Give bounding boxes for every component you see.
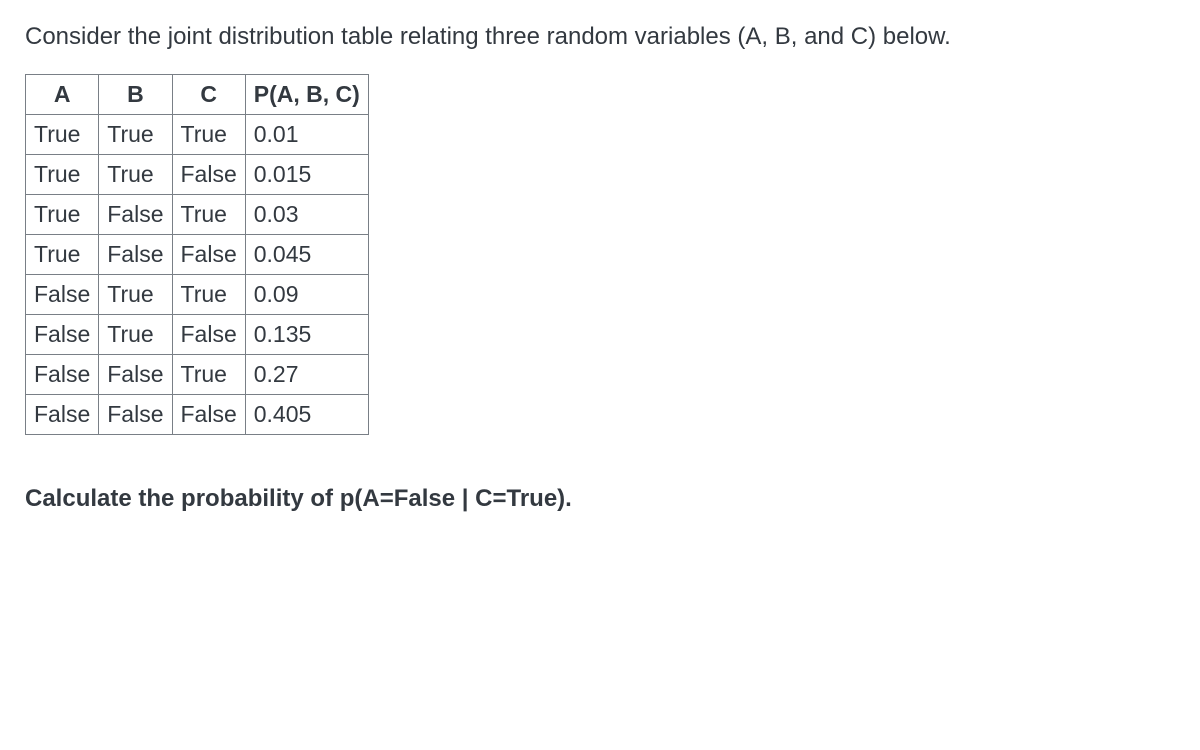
cell-a: False [26,274,99,314]
intro-text: Consider the joint distribution table re… [25,20,1175,54]
cell-p: 0.01 [245,114,368,154]
cell-b: True [99,274,172,314]
cell-a: False [26,354,99,394]
cell-c: False [172,394,245,434]
header-a: A [26,74,99,114]
cell-p: 0.405 [245,394,368,434]
table-row: False True True 0.09 [26,274,369,314]
cell-p: 0.135 [245,314,368,354]
table-row: True True False 0.015 [26,154,369,194]
cell-a: True [26,154,99,194]
cell-p: 0.27 [245,354,368,394]
cell-b: False [99,234,172,274]
cell-p: 0.03 [245,194,368,234]
cell-c: True [172,194,245,234]
cell-a: True [26,234,99,274]
question-text: Calculate the probability of p(A=False |… [25,485,1175,513]
cell-p: 0.045 [245,234,368,274]
cell-c: False [172,154,245,194]
cell-b: False [99,394,172,434]
cell-a: True [26,194,99,234]
header-c: C [172,74,245,114]
table-row: False False True 0.27 [26,354,369,394]
table-row: True False True 0.03 [26,194,369,234]
cell-c: True [172,274,245,314]
cell-p: 0.015 [245,154,368,194]
table-row: True True True 0.01 [26,114,369,154]
cell-c: False [172,314,245,354]
cell-c: True [172,114,245,154]
cell-b: True [99,114,172,154]
cell-b: True [99,314,172,354]
cell-b: False [99,194,172,234]
cell-a: False [26,394,99,434]
cell-c: False [172,234,245,274]
table-row: True False False 0.045 [26,234,369,274]
cell-b: False [99,354,172,394]
table-row: False False False 0.405 [26,394,369,434]
table-row: False True False 0.135 [26,314,369,354]
cell-b: True [99,154,172,194]
cell-a: True [26,114,99,154]
cell-a: False [26,314,99,354]
header-p: P(A, B, C) [245,74,368,114]
distribution-table: A B C P(A, B, C) True True True 0.01 Tru… [25,74,369,435]
table-header-row: A B C P(A, B, C) [26,74,369,114]
cell-p: 0.09 [245,274,368,314]
cell-c: True [172,354,245,394]
header-b: B [99,74,172,114]
